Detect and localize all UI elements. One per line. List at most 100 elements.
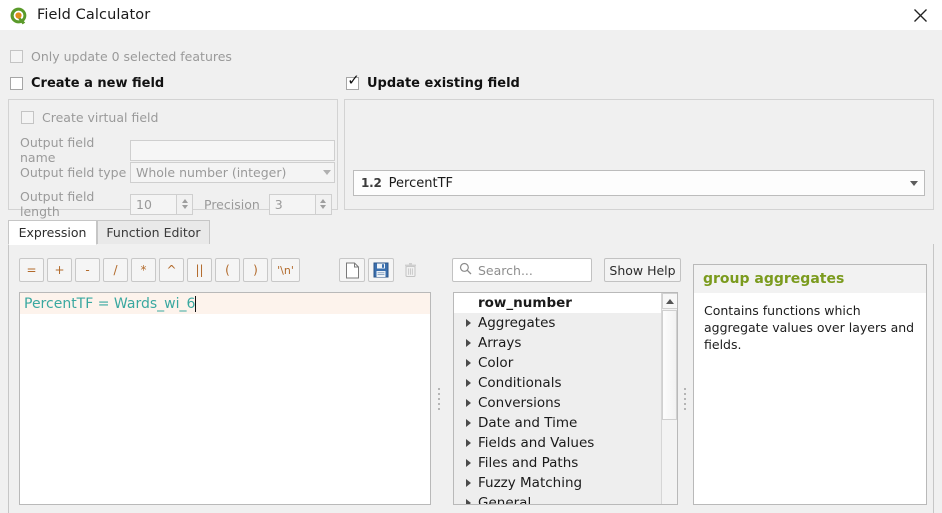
tree-item-row-number[interactable]: row_number	[454, 293, 662, 313]
only-update-selected-row[interactable]: Only update 0 selected features	[10, 49, 232, 64]
checkmark-icon: ✓	[347, 71, 360, 89]
operator-newline-button[interactable]: '\n'	[271, 258, 300, 282]
tree-item-color[interactable]: Color	[454, 353, 662, 373]
chevron-right-icon[interactable]	[460, 439, 476, 447]
operator-open-paren-button[interactable]: (	[215, 258, 240, 282]
help-body: Contains functions which aggregate value…	[704, 303, 915, 352]
qgis-logo-icon	[9, 6, 28, 25]
tree-item-label: Files and Paths	[478, 455, 579, 471]
help-panel: group aggregates Contains functions whic…	[693, 264, 927, 505]
output-field-type-label: Output field type	[20, 165, 127, 180]
stepper-down-icon	[181, 205, 188, 209]
splitter-grip-icon	[684, 387, 686, 410]
tree-item-fields-and-values[interactable]: Fields and Values	[454, 433, 662, 453]
search-input[interactable]	[478, 262, 582, 278]
tree-item-label: Color	[478, 355, 514, 371]
tree-item-label: General	[478, 495, 532, 505]
stepper-down-icon	[320, 205, 327, 209]
tab-expression[interactable]: Expression	[8, 220, 97, 245]
help-title: group aggregates	[694, 265, 926, 293]
create-virtual-field-checkbox[interactable]	[21, 111, 34, 124]
chevron-right-icon[interactable]	[460, 459, 476, 467]
output-field-name-row: Output field name	[20, 135, 335, 165]
expression-input[interactable]: PercentTF = Wards_wi_6	[19, 292, 431, 505]
tree-item-label: Conditionals	[478, 375, 562, 391]
output-field-type-row: Output field type Whole number (integer)	[20, 162, 335, 183]
output-field-type-value: Whole number (integer)	[136, 165, 287, 180]
operator-minus-button[interactable]: -	[75, 258, 100, 282]
expression-file-toolbar	[339, 258, 423, 282]
tree-item-label: Arrays	[478, 335, 522, 351]
output-field-length-label: Output field length	[20, 189, 95, 219]
chevron-right-icon[interactable]	[460, 359, 476, 367]
operator-equals-button[interactable]: =	[19, 258, 44, 282]
chevron-right-icon[interactable]	[460, 319, 476, 327]
show-help-button[interactable]: Show Help	[604, 258, 681, 282]
window-title: Field Calculator	[37, 7, 151, 23]
operator-close-paren-button[interactable]: )	[243, 258, 268, 282]
splitter-grip-icon	[438, 387, 440, 410]
operator-plus-button[interactable]: +	[47, 258, 72, 282]
scroll-up-icon[interactable]	[662, 293, 677, 309]
close-icon[interactable]	[898, 0, 942, 30]
tree-item-conditionals[interactable]: Conditionals	[454, 373, 662, 393]
tree-item-date-and-time[interactable]: Date and Time	[454, 413, 662, 433]
tree-item-aggregates[interactable]: Aggregates	[454, 313, 662, 333]
function-tree-scrollbar[interactable]	[661, 293, 677, 504]
stepper-up-icon	[181, 199, 188, 203]
create-virtual-field-row[interactable]: Create virtual field	[21, 110, 158, 125]
existing-field-group: 1.2 PercentTF	[344, 99, 934, 210]
precision-input[interactable]: 3	[268, 193, 316, 215]
stepper-up-icon	[320, 199, 327, 203]
tree-item-fuzzy-matching[interactable]: Fuzzy Matching	[454, 473, 662, 493]
only-update-selected-checkbox[interactable]	[10, 50, 23, 63]
output-field-name-label: Output field name	[20, 135, 95, 165]
tree-item-conversions[interactable]: Conversions	[454, 393, 662, 413]
output-field-length-stepper[interactable]	[177, 193, 193, 215]
output-field-name-input[interactable]	[130, 139, 335, 161]
scrollbar-thumb[interactable]	[662, 310, 677, 420]
chevron-down-icon	[910, 180, 918, 186]
create-new-field-row[interactable]: Create a new field	[10, 76, 164, 91]
operator-divide-button[interactable]: /	[103, 258, 128, 282]
tree-item-label: Conversions	[478, 395, 561, 411]
output-field-length-input[interactable]: 10	[130, 193, 177, 215]
function-tree-items: row_number Aggregates Arrays Color Condi…	[454, 293, 662, 505]
update-existing-field-row[interactable]: ✓ Update existing field	[346, 73, 520, 91]
save-floppy-icon[interactable]	[368, 258, 394, 282]
create-new-field-checkbox[interactable]	[10, 77, 23, 90]
operator-multiply-button[interactable]: *	[131, 258, 156, 282]
editor-tree-splitter[interactable]	[434, 292, 444, 505]
tree-item-general[interactable]: General	[454, 493, 662, 505]
operator-power-button[interactable]: ^	[159, 258, 184, 282]
tree-item-files-and-paths[interactable]: Files and Paths	[454, 453, 662, 473]
create-new-field-label: Create a new field	[31, 76, 165, 91]
chevron-right-icon[interactable]	[460, 499, 476, 504]
operator-concat-button[interactable]: ||	[187, 258, 212, 282]
new-document-icon[interactable]	[339, 258, 365, 282]
only-update-selected-label: Only update 0 selected features	[31, 49, 232, 64]
chevron-right-icon[interactable]	[460, 379, 476, 387]
chevron-right-icon[interactable]	[460, 339, 476, 347]
tree-item-arrays[interactable]: Arrays	[454, 333, 662, 353]
function-search-box[interactable]	[452, 258, 592, 282]
chevron-down-icon	[323, 170, 331, 175]
tree-help-splitter[interactable]	[680, 292, 690, 505]
field-calculator-dialog: Field Calculator Only update 0 selected …	[0, 0, 942, 513]
tree-item-label: Fuzzy Matching	[478, 475, 583, 491]
tab-bar: Expression Function Editor	[0, 219, 942, 245]
chevron-right-icon[interactable]	[460, 399, 476, 407]
function-tree[interactable]: row_number Aggregates Arrays Color Condi…	[453, 292, 678, 505]
existing-field-select[interactable]: 1.2 PercentTF	[353, 170, 925, 196]
precision-stepper[interactable]	[315, 193, 332, 215]
chevron-right-icon[interactable]	[460, 419, 476, 427]
chevron-right-icon[interactable]	[460, 479, 476, 487]
tree-item-label: Date and Time	[478, 415, 578, 431]
expression-tab-page: = + - / * ^ || ( ) '\n' Search... Show H…	[8, 244, 934, 513]
update-existing-field-label: Update existing field	[367, 76, 520, 91]
tab-function-editor[interactable]: Function Editor	[97, 220, 210, 245]
search-icon	[459, 262, 472, 278]
output-field-type-select[interactable]: Whole number (integer)	[130, 162, 335, 183]
update-existing-field-checkbox[interactable]: ✓	[346, 73, 360, 90]
output-field-length-row: Output field length 10 Precision 3	[20, 189, 332, 219]
